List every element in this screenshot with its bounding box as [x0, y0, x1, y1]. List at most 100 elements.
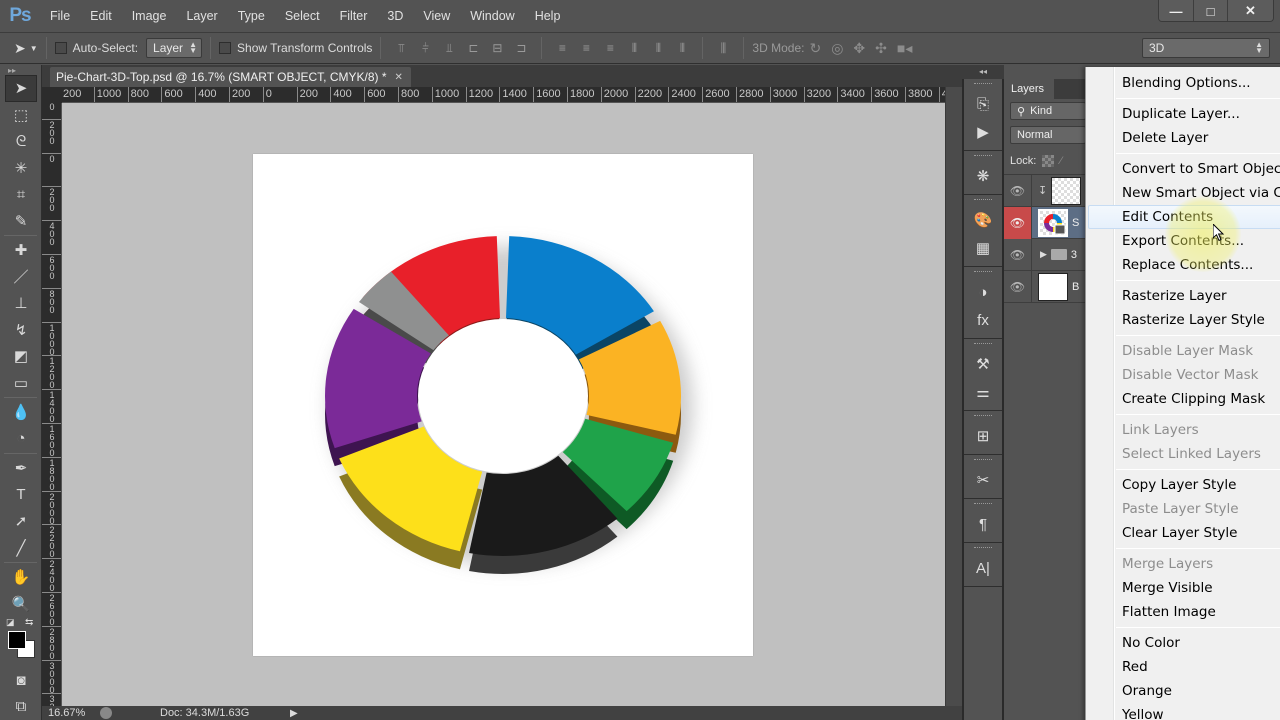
hand-tool-icon[interactable]: ✋ [0, 564, 42, 591]
document-tab[interactable]: Pie-Chart-3D-Top.psd @ 16.7% (SMART OBJE… [50, 67, 411, 87]
distribute-bottom-icon[interactable]: ≡ [602, 40, 618, 56]
menu-item-red[interactable]: Red [1086, 655, 1280, 679]
menu-item-new-smart-object-via-copy[interactable]: New Smart Object via Copy [1086, 181, 1280, 205]
tool-presets-icon[interactable]: ⚒ [964, 350, 1002, 378]
3d-rotate-icon[interactable]: ↻ [809, 40, 821, 57]
align-bottom-icon[interactable]: ⫫ [441, 40, 457, 56]
menu-item-delete-layer[interactable]: Delete Layer [1086, 126, 1280, 150]
panel-grip[interactable] [974, 547, 992, 550]
brush-presets-icon[interactable]: ⚌ [964, 378, 1002, 406]
layer-row[interactable]: 👁 ▶ 3 [1004, 238, 1086, 271]
path-selection-tool-icon[interactable]: ➚ [0, 508, 42, 535]
menu-item-copy-layer-style[interactable]: Copy Layer Style [1086, 473, 1280, 497]
tools-icon[interactable]: ✂ [964, 466, 1002, 494]
lasso-tool-icon[interactable]: ᘓ [0, 128, 42, 155]
dodge-tool-icon[interactable]: ◔ [0, 426, 42, 453]
eraser-tool-icon[interactable]: ◩ [0, 343, 42, 370]
auto-select-checkbox[interactable] [54, 42, 67, 54]
canvas-workspace[interactable] [62, 103, 945, 706]
menu-image[interactable]: Image [122, 0, 177, 32]
menu-layer[interactable]: Layer [176, 0, 227, 32]
move-tool-icon[interactable]: ➤ ▼ [14, 40, 38, 57]
menu-type[interactable]: Type [228, 0, 275, 32]
crop-tool-icon[interactable]: ⌗ [0, 181, 42, 208]
actions-icon[interactable]: ▶ [964, 118, 1002, 146]
zoom-tool-icon[interactable]: 🔍 [0, 591, 42, 618]
panel-grip[interactable] [974, 343, 992, 346]
menu-window[interactable]: Window [460, 0, 524, 32]
align-vertical-center-icon[interactable]: ⫩ [417, 40, 433, 56]
swatches-icon[interactable]: ▦ [964, 234, 1002, 262]
distribute-hcenter-icon[interactable]: ⫴ [650, 40, 666, 56]
screen-mode-icon[interactable]: ⧉ [0, 694, 42, 720]
blur-tool-icon[interactable]: 💧 [0, 399, 42, 426]
show-transform-checkbox[interactable] [219, 42, 232, 54]
menu-edit[interactable]: Edit [80, 0, 122, 32]
visibility-eye-icon[interactable]: 👁 [1004, 206, 1032, 239]
panel-grip[interactable] [974, 459, 992, 462]
horizontal-ruler[interactable]: 200 1000 800 600 400 200 0 200 400 600 800 1000 1200… [62, 87, 945, 103]
menu-3d[interactable]: 3D [377, 0, 413, 32]
marquee-tool-icon[interactable]: ⬚ [0, 102, 42, 129]
menu-item-convert-to-smart-object[interactable]: Convert to Smart Object [1086, 157, 1280, 181]
blend-mode-dropdown[interactable]: Normal [1010, 126, 1086, 144]
history-brush-tool-icon[interactable]: ↯ [0, 317, 42, 344]
menu-view[interactable]: View [413, 0, 460, 32]
menu-item-yellow[interactable]: Yellow [1086, 703, 1280, 720]
distribute-top-icon[interactable]: ≡ [554, 40, 570, 56]
panel-grip[interactable] [974, 271, 992, 274]
align-horizontal-center-icon[interactable]: ⊟ [489, 40, 505, 56]
auto-select-dropdown[interactable]: Layer ▲ ▼ [146, 38, 203, 58]
layer-row[interactable]: 👁 S [1004, 206, 1086, 239]
menu-item-rasterize-layer-style[interactable]: Rasterize Layer Style [1086, 308, 1280, 332]
ruler-origin[interactable] [42, 87, 62, 103]
3d-slide-icon[interactable]: ✣ [875, 40, 887, 57]
history-icon[interactable]: ⎘ [964, 90, 1002, 118]
menu-item-no-color[interactable]: No Color [1086, 631, 1280, 655]
visibility-eye-icon[interactable]: 👁 [1004, 270, 1032, 303]
menu-item-clear-layer-style[interactable]: Clear Layer Style [1086, 521, 1280, 545]
type-tool-icon[interactable]: T [0, 482, 42, 509]
adjustments-icon[interactable]: ◑ [964, 278, 1002, 306]
3d-icon[interactable]: ❋ [964, 162, 1002, 190]
layers-tab[interactable]: Layers [1004, 79, 1054, 99]
foreground-color-swatch[interactable] [8, 631, 26, 649]
menu-item-edit-contents[interactable]: Edit Contents [1088, 205, 1280, 229]
workspace-dropdown[interactable]: 3D ▲ ▼ [1142, 38, 1270, 58]
3d-drag-icon[interactable]: ✥ [853, 40, 865, 57]
character-icon[interactable]: A| [964, 554, 1002, 582]
gradient-tool-icon[interactable]: ▭ [0, 370, 42, 397]
align-top-icon[interactable]: ⫪ [393, 40, 409, 56]
styles-icon[interactable]: fx [964, 306, 1002, 334]
distribute-left-icon[interactable]: ⫴ [626, 40, 642, 56]
minimize-button[interactable]: — [1159, 0, 1193, 21]
clone-source-icon[interactable]: ⊞ [964, 422, 1002, 450]
close-button[interactable]: ✕ [1227, 0, 1273, 21]
layer-filter-dropdown[interactable]: ⚲ Kind [1010, 102, 1086, 120]
panel-grip[interactable] [974, 83, 992, 86]
expand-group-arrow-icon[interactable]: ▶ [1040, 249, 1047, 260]
3d-roll-icon[interactable]: ◎ [831, 40, 843, 57]
color-icon[interactable]: 🎨 [964, 206, 1002, 234]
menu-select[interactable]: Select [275, 0, 330, 32]
panel-grip[interactable] [974, 155, 992, 158]
status-menu-arrow-icon[interactable]: ▶ [290, 708, 298, 719]
swap-colors-icon[interactable]: ⇆ [25, 617, 33, 628]
zoom-level[interactable]: 16.67% [42, 707, 92, 719]
menu-item-orange[interactable]: Orange [1086, 679, 1280, 703]
close-tab-icon[interactable]: ✕ [395, 72, 403, 83]
menu-item-replace-contents[interactable]: Replace Contents... [1086, 253, 1280, 277]
menu-item-rasterize-layer[interactable]: Rasterize Layer [1086, 284, 1280, 308]
menu-file[interactable]: File [40, 0, 80, 32]
healing-brush-tool-icon[interactable]: ✚ [0, 237, 42, 264]
3d-scale-icon[interactable]: ■◂ [897, 40, 912, 57]
vertical-scrollbar[interactable] [945, 87, 962, 706]
vertical-ruler[interactable]: 4002000200400600800100012001400160018002… [42, 103, 62, 706]
collapse-dock-icon[interactable]: ◂◂ [962, 65, 1004, 79]
menu-item-flatten-image[interactable]: Flatten Image [1086, 600, 1280, 624]
paragraph-icon[interactable]: ¶ [964, 510, 1002, 538]
maximize-button[interactable]: □ [1193, 0, 1227, 21]
menu-item-merge-visible[interactable]: Merge Visible [1086, 576, 1280, 600]
document-canvas[interactable] [253, 154, 753, 656]
quick-mask-icon[interactable]: ◙ [0, 667, 42, 694]
